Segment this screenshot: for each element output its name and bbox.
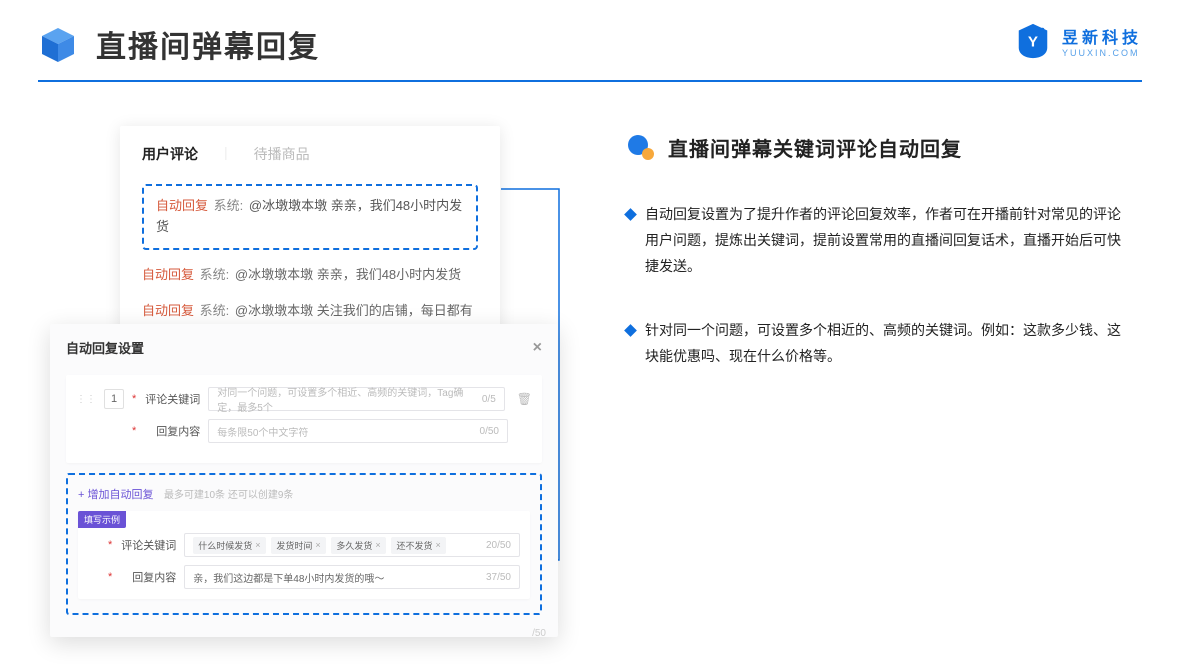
keyword-label: 评论关键词 bbox=[144, 391, 200, 407]
brand-name-cn: 昱新科技 bbox=[1062, 24, 1142, 48]
add-auto-reply-link[interactable]: + 增加自动回复 bbox=[78, 489, 153, 501]
keyword-input[interactable]: 对同一个问题，可设置多个相近、高频的关键词，Tag确定，最多5个 0/5 bbox=[208, 387, 504, 411]
example-keyword-input[interactable]: 什么时候发货× 发货时间× 多久发货× 还不发货× 20/50 bbox=[184, 533, 520, 557]
content-input[interactable]: 每条限50个中文字符 0/50 bbox=[208, 419, 508, 443]
char-count: 0/5 bbox=[482, 394, 496, 405]
bullet-item: 自动回复设置为了提升作者的评论回复效率，作者可在开播前针对常见的评论用户问题，提… bbox=[626, 202, 1130, 280]
auto-reply-tag: 自动回复 bbox=[142, 267, 194, 282]
system-label: 系统: bbox=[200, 303, 230, 318]
char-count: 20/50 bbox=[486, 540, 511, 551]
svg-text:Y: Y bbox=[1028, 34, 1038, 51]
highlighted-reply: 自动回复 系统: @冰墩墩本墩 亲亲，我们48小时内发货 bbox=[142, 184, 478, 250]
example-card: 填写示例 * 评论关键词 什么时候发货× 发货时间× 多久发货× 还不发货× bbox=[78, 511, 530, 599]
floating-count: /50 bbox=[532, 628, 546, 639]
page-title: 直播间弹幕回复 bbox=[96, 22, 320, 66]
brand-name-en: YUUXIN.COM bbox=[1062, 48, 1140, 58]
reply-item: 自动回复 系统: @冰墩墩本墩 亲亲，我们48小时内发货 bbox=[142, 264, 478, 286]
bullet-text: 针对同一个问题，可设置多个相近的、高频的关键词。例如：这款多少钱、这块能优惠吗、… bbox=[645, 318, 1130, 370]
diamond-icon bbox=[624, 208, 637, 221]
drag-handle-icon[interactable]: ⋮⋮ bbox=[76, 394, 96, 405]
settings-title: 自动回复设置 bbox=[66, 338, 144, 357]
keyword-tag[interactable]: 什么时候发货× bbox=[193, 537, 265, 554]
brand-logo: Y 昱新科技 YUUXIN.COM bbox=[1014, 22, 1142, 60]
tab-pending-goods[interactable]: 待播商品 bbox=[254, 144, 310, 164]
add-hint: 最多可建10条 还可以创建9条 bbox=[164, 490, 293, 501]
bullet-item: 针对同一个问题，可设置多个相近的、高频的关键词。例如：这款多少钱、这块能优惠吗、… bbox=[626, 318, 1130, 370]
auto-reply-tag: 自动回复 bbox=[142, 303, 194, 318]
content-label: 回复内容 bbox=[144, 423, 200, 439]
char-count: 37/50 bbox=[486, 572, 511, 583]
order-number: 1 bbox=[104, 389, 124, 409]
chat-icon bbox=[626, 132, 656, 162]
section-title: 直播间弹幕关键词评论自动回复 bbox=[668, 133, 962, 162]
example-content-label: 回复内容 bbox=[120, 569, 176, 585]
char-count: 0/50 bbox=[480, 426, 499, 437]
tab-user-comments[interactable]: 用户评论 bbox=[142, 144, 198, 164]
bullet-text: 自动回复设置为了提升作者的评论回复效率，作者可在开播前针对常见的评论用户问题，提… bbox=[645, 202, 1130, 280]
cube-icon bbox=[38, 24, 78, 64]
auto-reply-settings-panel: 自动回复设置 × ⋮⋮ 1 * 评论关键词 对同一个问题，可设置多个相近、高频的… bbox=[50, 324, 558, 637]
keyword-tag[interactable]: 发货时间× bbox=[271, 537, 325, 554]
auto-reply-tag: 自动回复 bbox=[156, 198, 208, 213]
keyword-tag[interactable]: 还不发货× bbox=[391, 537, 445, 554]
example-container: + 增加自动回复 最多可建10条 还可以创建9条 填写示例 * 评论关键词 什么… bbox=[66, 473, 542, 615]
rule-card: ⋮⋮ 1 * 评论关键词 对同一个问题，可设置多个相近、高频的关键词，Tag确定… bbox=[66, 375, 542, 463]
close-icon[interactable]: × bbox=[533, 339, 542, 357]
trash-icon[interactable]: 🗑 bbox=[517, 392, 532, 406]
diamond-icon bbox=[624, 324, 637, 337]
example-badge: 填写示例 bbox=[78, 511, 126, 528]
system-label: 系统: bbox=[214, 198, 244, 213]
brand-mark-icon: Y bbox=[1014, 22, 1052, 60]
example-keyword-label: 评论关键词 bbox=[120, 537, 176, 553]
example-content-input[interactable]: 亲，我们这边都是下单48小时内发货的哦～ 37/50 bbox=[184, 565, 520, 589]
keyword-tag[interactable]: 多久发货× bbox=[331, 537, 385, 554]
reply-text: @冰墩墩本墩 亲亲，我们48小时内发货 bbox=[235, 267, 461, 282]
system-label: 系统: bbox=[200, 267, 230, 282]
